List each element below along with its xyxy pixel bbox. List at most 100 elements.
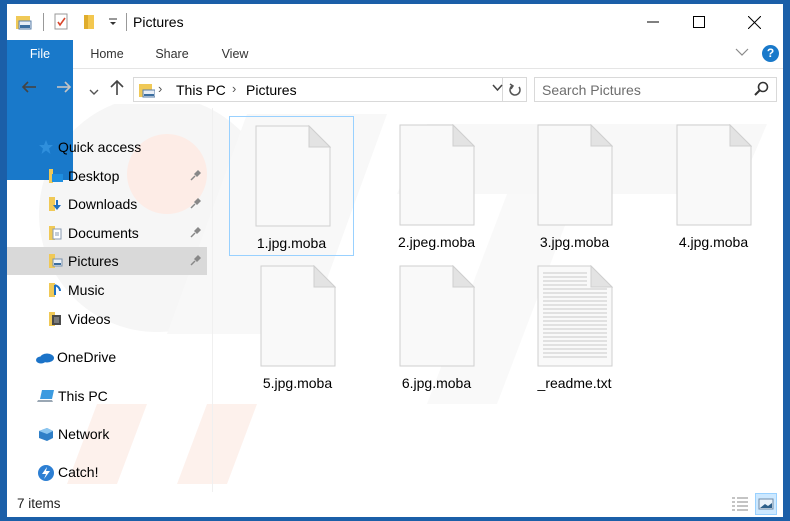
file-name: _readme.txt xyxy=(537,375,612,391)
pane-splitter[interactable] xyxy=(212,108,213,492)
expand-ribbon-button[interactable] xyxy=(735,46,749,60)
sidebar-item-pictures[interactable]: Pictures xyxy=(7,247,207,275)
status-bar: 7 items xyxy=(7,492,783,517)
sidebar-item-network[interactable]: Network xyxy=(7,420,207,448)
navigation-bar: › This PC › Pictures xyxy=(7,70,783,108)
sidebar-item-downloads[interactable]: Downloads xyxy=(7,190,207,218)
blank-file-icon xyxy=(399,124,475,226)
address-history-dropdown[interactable] xyxy=(492,83,503,95)
tab-home[interactable]: Home xyxy=(83,40,131,69)
onedrive-icon xyxy=(35,349,55,365)
chevron-down-icon xyxy=(492,84,503,92)
downloads-folder-icon xyxy=(48,196,64,212)
search-box[interactable] xyxy=(534,77,777,102)
sidebar-item-label: Videos xyxy=(68,311,111,327)
blank-file-icon xyxy=(255,125,331,227)
refresh-icon xyxy=(508,83,521,96)
pin-icon[interactable] xyxy=(190,254,202,266)
file-list: 1.jpg.moba 2.jpeg.moba 3.jpg.moba 4.jpg.… xyxy=(214,108,783,492)
item-count: 7 items xyxy=(17,496,61,511)
breadcrumb-pictures[interactable]: Pictures xyxy=(246,82,297,98)
sidebar-item-label: Pictures xyxy=(68,253,119,269)
sidebar-item-desktop[interactable]: Desktop xyxy=(7,162,207,190)
sidebar-item-catch[interactable]: Catch! xyxy=(7,458,207,486)
forward-button[interactable] xyxy=(56,79,72,99)
sidebar-item-music[interactable]: Music xyxy=(7,276,207,304)
sidebar-item-documents[interactable]: Documents xyxy=(7,219,207,247)
details-view-icon xyxy=(732,497,748,511)
chevron-down-icon xyxy=(89,89,99,95)
help-button[interactable]: ? xyxy=(762,45,779,62)
this-pc-icon xyxy=(37,388,55,404)
file-name: 6.jpg.moba xyxy=(401,375,472,391)
sidebar-item-label: OneDrive xyxy=(57,349,117,365)
sidebar-item-videos[interactable]: Videos xyxy=(7,305,207,333)
sidebar-item-label: Network xyxy=(58,426,110,442)
file-item[interactable]: 2.jpeg.moba xyxy=(374,116,499,256)
music-folder-icon xyxy=(48,282,64,298)
properties-icon[interactable] xyxy=(52,13,70,31)
refresh-button[interactable] xyxy=(503,77,527,102)
maximize-icon xyxy=(693,16,705,28)
minimize-button[interactable] xyxy=(630,4,676,40)
blank-file-icon xyxy=(260,265,336,367)
arrow-up-icon xyxy=(110,79,124,95)
blank-file-icon xyxy=(676,124,752,226)
file-item[interactable]: 1.jpg.moba xyxy=(229,116,354,256)
pin-icon[interactable] xyxy=(190,169,202,181)
star-icon xyxy=(38,139,54,155)
file-item[interactable]: 6.jpg.moba xyxy=(374,257,499,397)
arrow-left-icon xyxy=(21,81,36,93)
close-button[interactable] xyxy=(731,4,777,40)
search-icon[interactable] xyxy=(754,81,770,102)
quick-access-toolbar xyxy=(15,12,135,32)
file-item[interactable]: 5.jpg.moba xyxy=(235,257,360,397)
blank-file-icon xyxy=(399,265,475,367)
toolbar-divider xyxy=(126,13,127,31)
new-folder-icon[interactable] xyxy=(80,13,98,31)
file-item[interactable]: 4.jpg.moba xyxy=(651,116,776,256)
sidebar-item-label: Music xyxy=(68,282,105,298)
file-name: 3.jpg.moba xyxy=(539,234,610,250)
tab-view[interactable]: View xyxy=(215,40,255,69)
recent-locations-button[interactable] xyxy=(89,82,99,102)
close-icon xyxy=(747,15,761,29)
tab-share[interactable]: Share xyxy=(149,40,195,69)
arrow-right-icon xyxy=(57,81,72,93)
file-name: 2.jpeg.moba xyxy=(397,234,476,250)
network-icon xyxy=(37,426,55,442)
back-button[interactable] xyxy=(21,79,37,99)
pictures-folder-icon xyxy=(15,13,33,31)
maximize-button[interactable] xyxy=(676,4,722,40)
customize-toolbar-chevron-icon[interactable] xyxy=(108,13,118,31)
sidebar-item-onedrive[interactable]: OneDrive xyxy=(7,343,207,371)
file-item[interactable]: 3.jpg.moba xyxy=(512,116,637,256)
file-item[interactable]: _readme.txt xyxy=(512,257,637,397)
pictures-folder-icon xyxy=(139,83,156,103)
large-icons-view-button[interactable] xyxy=(755,493,777,515)
breadcrumb-separator-icon[interactable]: › xyxy=(232,81,236,96)
sidebar-item-label: Quick access xyxy=(58,139,142,155)
sidebar-item-this-pc[interactable]: This PC xyxy=(7,382,207,410)
sidebar-item-quick-access[interactable]: Quick access xyxy=(7,133,207,161)
up-button[interactable] xyxy=(110,79,124,100)
desktop-folder-icon xyxy=(48,168,64,184)
minimize-icon xyxy=(647,21,659,23)
address-bar[interactable]: › This PC › Pictures xyxy=(133,77,503,102)
breadcrumb-this-pc[interactable]: This PC xyxy=(176,82,226,98)
pin-icon[interactable] xyxy=(190,226,202,238)
toolbar-divider xyxy=(43,13,44,31)
videos-folder-icon xyxy=(48,311,64,327)
large-icons-view-icon xyxy=(758,498,774,510)
details-view-button[interactable] xyxy=(729,493,751,515)
sidebar-item-label: Downloads xyxy=(68,196,138,212)
ribbon-tabs: File Home Share View ? xyxy=(7,40,783,180)
title-bar: Pictures xyxy=(7,4,783,40)
text-file-icon xyxy=(537,265,613,367)
documents-folder-icon xyxy=(48,225,64,241)
chevron-down-icon xyxy=(735,48,749,56)
search-input[interactable] xyxy=(542,81,742,99)
window-title: Pictures xyxy=(133,14,184,30)
file-explorer-window: Pictures File Home Share View ? › This P… xyxy=(7,4,783,517)
pin-icon[interactable] xyxy=(190,197,202,209)
